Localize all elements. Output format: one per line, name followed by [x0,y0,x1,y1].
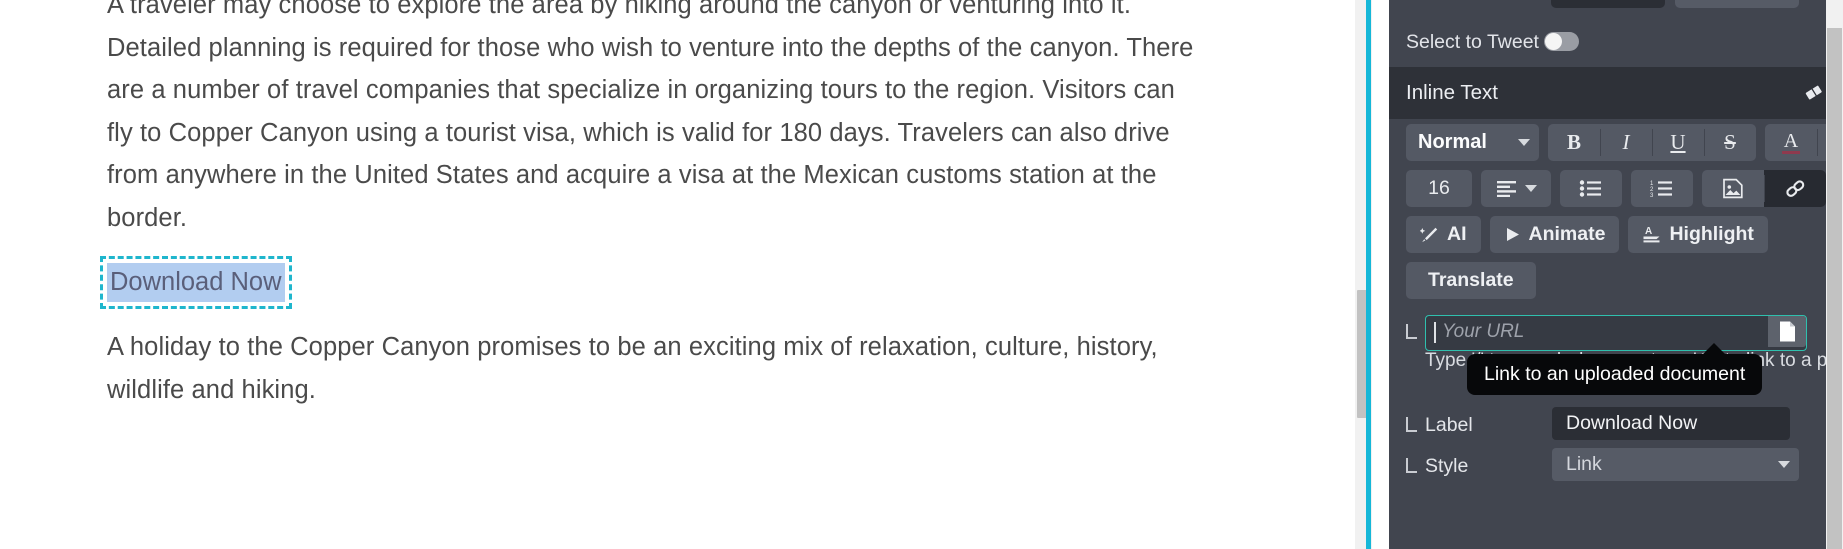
bold-label: B [1566,130,1581,154]
bullet-list-button[interactable] [1560,170,1622,207]
svg-text:3: 3 [1650,193,1654,197]
download-now-link[interactable]: Download Now [107,263,285,302]
font-size-field[interactable]: 16 [1406,170,1472,207]
link-style-title: Style [1425,455,1469,477]
top-partial-widgets [1389,0,1809,9]
document-editor[interactable]: A traveler may choose to explore the are… [0,0,1372,549]
block-style-value: Normal [1418,131,1487,153]
bold-button[interactable]: B [1548,124,1600,161]
svg-text:A: A [1645,226,1652,237]
ai-button[interactable]: AI [1406,216,1481,253]
translate-label: Translate [1428,269,1514,291]
paragraph-1[interactable]: A traveler may choose to explore the are… [107,0,1197,239]
inline-text-panel: Select to Tweet Inline Text Normal B I U… [1389,0,1843,549]
toggle-knob [1545,33,1562,50]
underline-label: U [1670,130,1686,154]
highlight-label: Highlight [1669,223,1754,245]
partial-button-above [1675,0,1799,8]
chevron-down-icon [1518,139,1530,146]
document-body[interactable]: A traveler may choose to explore the are… [100,0,1197,411]
url-placeholder: Your URL [1442,321,1525,342]
style-chevron-down-icon [1778,461,1790,468]
url-field-row: Your URL [1389,313,1843,351]
paragraph-2[interactable]: A holiday to the Copper Canyon promises … [107,326,1197,411]
strikethrough-button[interactable]: S [1704,124,1756,161]
text-color-icon[interactable]: A [1765,124,1817,161]
document-icon [1778,320,1797,343]
link-style-value: Link [1566,453,1602,475]
app-screen: A traveler may choose to explore the are… [0,0,1843,549]
insert-group [1702,170,1826,207]
panel-divider [1366,0,1371,549]
url-input[interactable]: Your URL [1425,315,1807,351]
tooltip: Link to an uploaded document [1467,343,1763,395]
ai-label: AI [1447,223,1467,245]
strikethrough-label: S [1724,130,1736,154]
insert-link-button[interactable] [1764,170,1826,207]
insert-image-button[interactable] [1702,170,1764,207]
tree-elbow-icon-style [1406,458,1417,473]
link-document-button[interactable] [1768,316,1806,347]
toolbar-row-4: Translate [1406,262,1545,299]
italic-label: I [1622,130,1630,154]
eraser-icon[interactable] [1803,84,1825,102]
select-to-tweet-row: Select to Tweet [1389,9,1843,61]
link-label-input[interactable]: Download Now [1552,407,1790,440]
font-size-value: 16 [1428,177,1450,199]
text-format-group: B I U S [1548,124,1756,161]
download-link-container[interactable]: Download Now [100,256,292,309]
panel-scrollbar-thumb[interactable] [1827,28,1842,549]
link-label-row: Label Download Now [1389,407,1843,443]
link-style-row: Style Link [1389,448,1843,484]
play-icon [1504,226,1521,243]
panel-scrollbar-track[interactable] [1826,0,1843,549]
animate-label: Animate [1528,223,1606,245]
italic-button[interactable]: I [1600,124,1652,161]
link-style-select[interactable]: Link [1552,448,1799,481]
tree-elbow-icon-label [1406,417,1417,432]
magic-wand-icon [1420,226,1439,244]
link-icon [1784,178,1807,199]
align-left-icon [1496,180,1518,197]
toolbar-row-3: AI Animate A Highlight [1406,216,1777,253]
tree-elbow-icon [1406,324,1417,339]
numbered-list-icon: 1 2 3 [1650,180,1674,197]
block-style-dropdown[interactable]: Normal [1406,124,1539,161]
tooltip-arrow [1702,343,1727,355]
toolbar-row-2: 16 1 2 3 [1406,170,1835,207]
link-label-title: Label [1425,414,1473,436]
paragraph-spacer-2 [107,302,1197,326]
highlight-icon: A [1642,225,1661,244]
bullet-list-icon [1579,180,1603,197]
align-chevron-down-icon [1524,185,1537,192]
inline-text-title: Inline Text [1406,81,1498,104]
inline-text-header: Inline Text [1389,67,1843,119]
link-label-value: Download Now [1566,412,1698,434]
numbered-list-button[interactable]: 1 2 3 [1631,170,1693,207]
select-to-tweet-label: Select to Tweet [1406,31,1539,53]
select-to-tweet-toggle[interactable] [1544,32,1579,51]
translate-button[interactable]: Translate [1406,262,1536,299]
align-dropdown[interactable] [1481,170,1551,207]
image-icon [1722,178,1744,199]
text-caret [1434,322,1436,343]
highlight-button[interactable]: A Highlight [1628,216,1768,253]
toolbar-row-1: Normal B I U S A [1406,124,1843,161]
animate-button[interactable]: Animate [1489,216,1620,253]
underline-button[interactable]: U [1652,124,1704,161]
partial-field-above [1551,0,1665,8]
tooltip-text: Link to an uploaded document [1484,363,1746,385]
